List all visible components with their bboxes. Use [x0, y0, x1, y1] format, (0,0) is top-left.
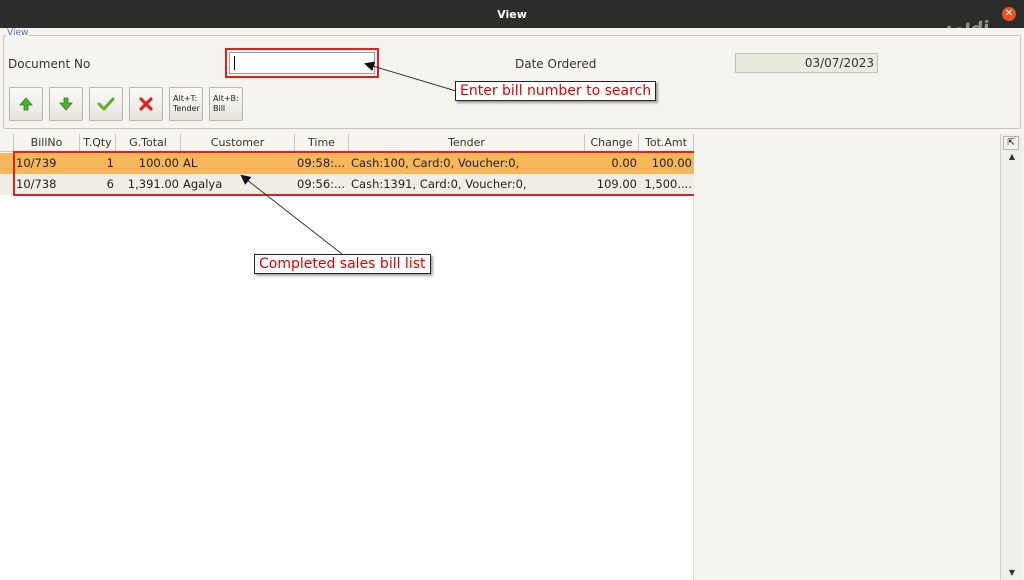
- col-header-tqty[interactable]: T.Qty: [80, 134, 116, 151]
- bill-button[interactable]: Alt+B: Bill: [209, 87, 243, 121]
- tender-shortcut: Alt+T:: [173, 94, 198, 103]
- title-bar: View ✕: [0, 0, 1024, 28]
- list-callout: Completed sales bill list: [254, 254, 431, 274]
- table-corner-icon[interactable]: ⇱: [1003, 136, 1019, 150]
- window-title: View: [497, 7, 527, 21]
- header-handle: [0, 134, 14, 151]
- row-handle[interactable]: [0, 174, 14, 195]
- col-header-tender[interactable]: Tender: [349, 134, 585, 151]
- col-header-customer[interactable]: Customer: [181, 134, 295, 151]
- move-up-button[interactable]: [9, 87, 43, 121]
- bill-shortcut: Alt+B:: [213, 94, 239, 103]
- col-header-change[interactable]: Change: [585, 134, 639, 151]
- bill-list-highlight-box: [13, 151, 697, 196]
- scroll-up-icon[interactable]: ▲: [1004, 152, 1020, 162]
- bill-table: BillNo T.Qty G.Total Customer Time Tende…: [0, 134, 694, 580]
- group-label: View: [6, 28, 30, 38]
- document-no-input[interactable]: [229, 52, 375, 74]
- move-down-button[interactable]: [49, 87, 83, 121]
- confirm-button[interactable]: [89, 87, 123, 121]
- date-ordered-label: Date Ordered: [515, 57, 597, 71]
- document-no-label: Document No: [8, 57, 91, 71]
- close-icon[interactable]: ✕: [1002, 7, 1016, 21]
- cross-icon: [139, 97, 153, 111]
- search-callout: Enter bill number to search: [455, 81, 657, 101]
- table-header: BillNo T.Qty G.Total Customer Time Tende…: [0, 134, 694, 152]
- checkmark-icon: [97, 97, 115, 111]
- bill-label: Bill: [213, 104, 226, 113]
- arrow-down-icon: [59, 97, 73, 111]
- vertical-scrollbar[interactable]: ⇱ ▲ ▼: [1000, 134, 1022, 580]
- tender-label: Tender: [173, 104, 200, 113]
- delete-button[interactable]: [129, 87, 163, 121]
- row-handle[interactable]: [0, 153, 14, 174]
- empty-side-area: [694, 134, 1000, 580]
- tender-button[interactable]: Alt+T: Tender: [169, 87, 203, 121]
- text-caret: [234, 56, 235, 70]
- col-header-billno[interactable]: BillNo: [14, 134, 80, 151]
- col-header-totamt[interactable]: Tot.Amt: [639, 134, 694, 151]
- scroll-down-icon[interactable]: ▼: [1004, 568, 1020, 578]
- col-header-gtotal[interactable]: G.Total: [116, 134, 181, 151]
- col-header-time[interactable]: Time: [295, 134, 349, 151]
- date-ordered-field[interactable]: 03/07/2023: [735, 53, 878, 73]
- arrow-up-icon: [19, 97, 33, 111]
